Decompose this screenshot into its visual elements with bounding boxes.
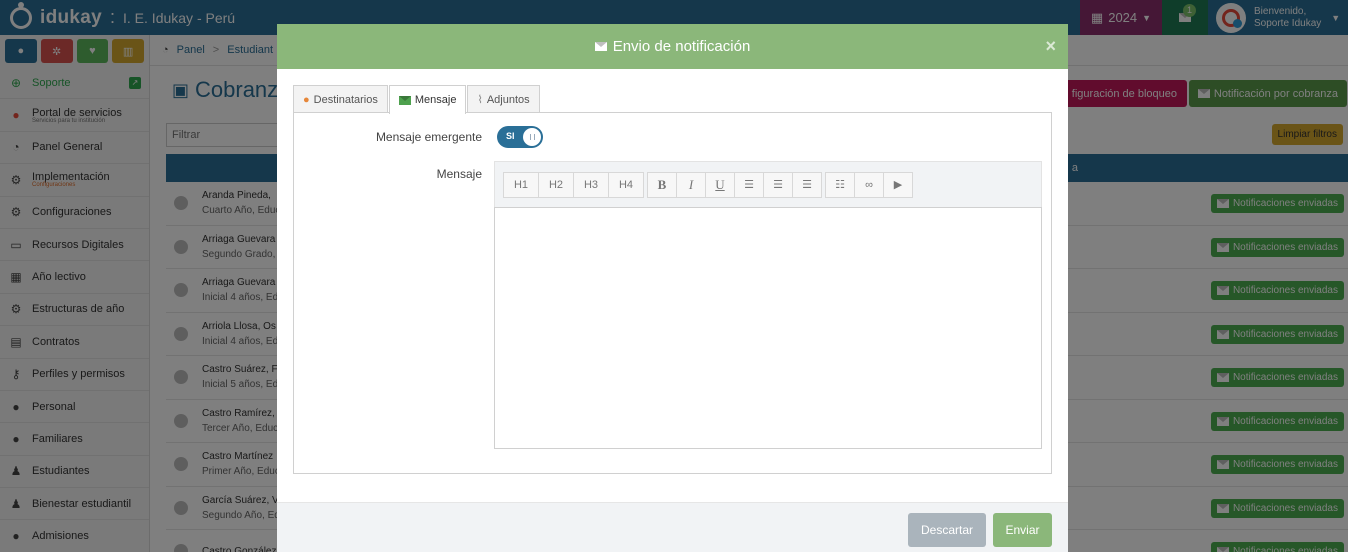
modal-title: Envio de notificación: [612, 38, 751, 55]
rich-text-editor: H1 H2 H3 H4 B I U ☰ ☰ ☰ ☷ ∞ ▶: [494, 161, 1042, 449]
list-icon: ☷: [835, 179, 845, 191]
toggle-value: SI: [506, 131, 515, 141]
format-group: B I U ☰ ☰ ☰: [647, 171, 822, 198]
paperclip-icon: ⌇: [477, 94, 483, 106]
editor-toolbar: H1 H2 H3 H4 B I U ☰ ☰ ☰ ☷ ∞ ▶: [494, 161, 1042, 207]
popup-message-toggle[interactable]: SI: [497, 126, 543, 148]
video-icon: ▶: [893, 179, 903, 191]
tab-message-label: Mensaje: [414, 94, 457, 106]
align-right-icon: ☰: [802, 179, 812, 191]
message-panel: Mensaje emergente SI Mensaje H1 H2 H3 H4…: [293, 112, 1052, 474]
bold-button[interactable]: B: [647, 171, 677, 198]
close-icon[interactable]: ×: [1045, 36, 1056, 57]
modal-tabs: ● Destinatarios Mensaje ⌇ Adjuntos: [293, 85, 541, 114]
h4-button[interactable]: H4: [608, 171, 644, 198]
envelope-icon: [594, 42, 607, 51]
users-icon: ●: [303, 93, 310, 106]
modal-footer: Descartar Enviar: [277, 502, 1068, 552]
align-left-icon: ☰: [744, 179, 754, 191]
align-center-button[interactable]: ☰: [763, 171, 793, 198]
notification-modal: Envio de notificación × ● Destinatarios …: [277, 24, 1068, 552]
message-editor-area[interactable]: [494, 207, 1042, 449]
align-left-button[interactable]: ☰: [734, 171, 764, 198]
discard-button[interactable]: Descartar: [908, 513, 986, 547]
popup-message-label: Mensaje emergente: [375, 130, 482, 144]
italic-button[interactable]: I: [676, 171, 706, 198]
align-center-icon: ☰: [773, 179, 783, 191]
underline-button[interactable]: U: [705, 171, 735, 198]
tab-recipients-label: Destinatarios: [313, 93, 378, 106]
tab-attachments-label: Adjuntos: [486, 93, 530, 106]
tab-recipients[interactable]: ● Destinatarios: [293, 85, 388, 113]
envelope-icon: [398, 94, 411, 106]
tab-attachments[interactable]: ⌇ Adjuntos: [467, 85, 540, 113]
video-button[interactable]: ▶: [883, 171, 913, 198]
message-label: Mensaje: [436, 167, 482, 181]
h2-button[interactable]: H2: [538, 171, 574, 198]
insert-group: ☷ ∞ ▶: [825, 171, 913, 198]
align-right-button[interactable]: ☰: [792, 171, 822, 198]
h1-button[interactable]: H1: [503, 171, 539, 198]
h3-button[interactable]: H3: [573, 171, 609, 198]
modal-header: Envio de notificación ×: [277, 24, 1068, 69]
link-icon: ∞: [865, 178, 873, 191]
tab-message[interactable]: Mensaje: [388, 85, 467, 114]
heading-group: H1 H2 H3 H4: [503, 171, 644, 198]
send-button[interactable]: Enviar: [993, 513, 1052, 547]
link-button[interactable]: ∞: [854, 171, 884, 198]
list-button[interactable]: ☷: [825, 171, 855, 198]
toggle-knob: [523, 128, 541, 146]
